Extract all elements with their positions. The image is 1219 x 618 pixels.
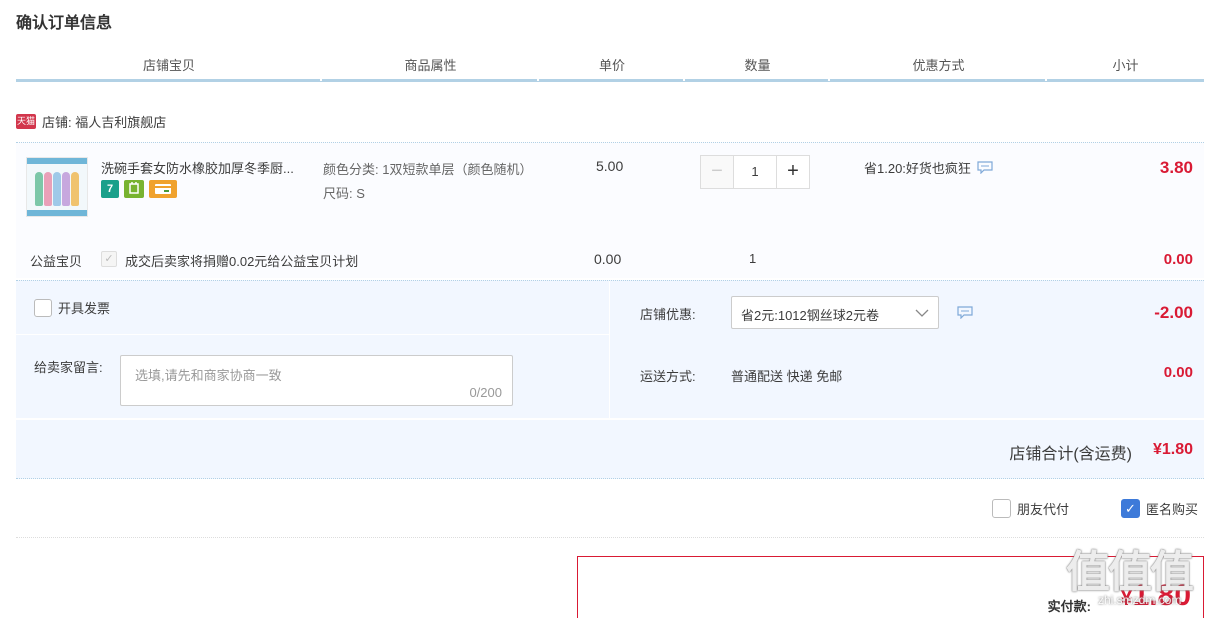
charity-checkbox: ✓ [101, 251, 117, 267]
charity-quantity: 1 [749, 251, 757, 266]
shop-discount-label: 店铺优惠: [640, 307, 696, 322]
shipping-label: 运送方式: [640, 369, 696, 384]
shop-discount-selected: 省2元:1012钢丝球2元卷 [741, 308, 879, 323]
promotion-text: 省1.20:好货也疯狂 [864, 161, 971, 176]
message-label: 给卖家留言: [34, 360, 103, 375]
order-extras-panel: 开具发票 给卖家留言: 选填,请先和商家协商一致 0/200 店铺优惠: 省2元… [16, 280, 1204, 419]
charity-subtotal: 0.00 [1163, 251, 1193, 268]
chat-bubble-icon[interactable] [957, 306, 973, 319]
invoice-checkbox[interactable] [34, 298, 52, 317]
invoice-option[interactable]: 开具发票 [34, 298, 110, 317]
friend-pay-option[interactable]: 朋友代付 [992, 499, 1069, 518]
anonymous-checkbox[interactable]: ✓ [1121, 499, 1140, 518]
watermark-logo: 值值值 [1066, 548, 1194, 597]
promotion: 省1.20:好货也疯狂 [864, 158, 993, 177]
quantity-stepper: − 1 + [700, 155, 810, 189]
order-item: 洗碗手套女防水橡胶加厚冬季厨... 7 颜色分类: 1双短款单层（颜色随机） 尺… [16, 142, 1204, 278]
glove-shape [62, 172, 70, 206]
chevron-down-icon [915, 309, 929, 317]
glove-shape [53, 172, 61, 206]
table-header: 店铺宝贝 商品属性 单价 数量 优惠方式 小计 [16, 56, 1204, 82]
col-header-subtotal: 小计 [1112, 58, 1139, 73]
col-header-quantity: 数量 [685, 56, 830, 81]
quantity-input[interactable]: 1 [734, 155, 776, 189]
shipping-method: 普通配送 快递 免邮 [731, 369, 843, 384]
shop-name[interactable]: 店铺: 福人吉利旗舰店 [42, 112, 166, 131]
green-service-icon[interactable] [124, 180, 144, 198]
panel-divider [609, 281, 610, 419]
shipping-fee: 0.00 [1163, 364, 1193, 381]
charity-text: 成交后卖家将捐赠0.02元给公益宝贝计划 [125, 254, 359, 269]
invoice-label[interactable]: 开具发票 [58, 298, 110, 317]
anonymous-purchase-option[interactable]: ✓ 匿名购买 [1121, 499, 1198, 518]
page-title: 确认订单信息 [16, 15, 113, 32]
charity-label: 公益宝贝 [30, 254, 83, 269]
product-attributes: 颜色分类: 1双短款单层（颜色随机） 尺码: S [323, 158, 543, 206]
thumb-band-top [27, 158, 87, 164]
message-char-count: 0/200 [469, 385, 502, 400]
anonymous-label[interactable]: 匿名购买 [1146, 499, 1198, 518]
shop-total-bar: 店铺合计(含运费) ¥1.80 [16, 419, 1204, 479]
friend-pay-checkbox[interactable] [992, 499, 1011, 518]
message-placeholder: 选填,请先和商家协商一致 [135, 368, 282, 383]
item-subtotal: 3.80 [1159, 158, 1193, 177]
attr-size: 尺码: S [323, 186, 365, 201]
col-header-item: 店铺宝贝 [16, 56, 322, 81]
chat-bubble-icon[interactable] [977, 161, 993, 174]
shop-total-value: ¥1.80 [1152, 441, 1193, 458]
col-header-attributes: 商品属性 [322, 56, 539, 81]
quantity-decrease-button[interactable]: − [700, 155, 734, 189]
product-title[interactable]: 洗碗手套女防水橡胶加厚冬季厨... [101, 158, 316, 177]
attr-color: 颜色分类: 1双短款单层（颜色随机） [323, 162, 533, 177]
watermark-url: zhi.smzdm.com [1098, 593, 1182, 607]
seven-day-return-icon[interactable]: 7 [101, 180, 119, 198]
glove-shape [44, 172, 52, 206]
glove-shape [35, 172, 43, 206]
shop-total-label: 店铺合计(含运费) [1009, 446, 1132, 463]
friend-pay-label[interactable]: 朋友代付 [1017, 499, 1069, 518]
seller-message-textarea[interactable]: 选填,请先和商家协商一致 0/200 [120, 355, 513, 406]
shop-discount-select[interactable]: 省2元:1012钢丝球2元卷 [731, 296, 939, 329]
tmall-icon: 天猫 [16, 114, 36, 129]
glove-shape [71, 172, 79, 206]
separator [16, 537, 1204, 538]
charity-price: 0.00 [594, 251, 622, 267]
col-header-price: 单价 [539, 56, 685, 81]
thumb-band-bottom [27, 210, 87, 216]
shop-discount-value: -2.00 [1154, 303, 1193, 322]
unit-price: 5.00 [596, 158, 624, 174]
col-header-discount: 优惠方式 [830, 56, 1047, 81]
product-thumbnail[interactable] [26, 157, 88, 217]
card-payment-icon[interactable] [149, 180, 177, 198]
quantity-increase-button[interactable]: + [776, 155, 810, 189]
shop-row: 天猫 店铺: 福人吉利旗舰店 [16, 112, 166, 131]
